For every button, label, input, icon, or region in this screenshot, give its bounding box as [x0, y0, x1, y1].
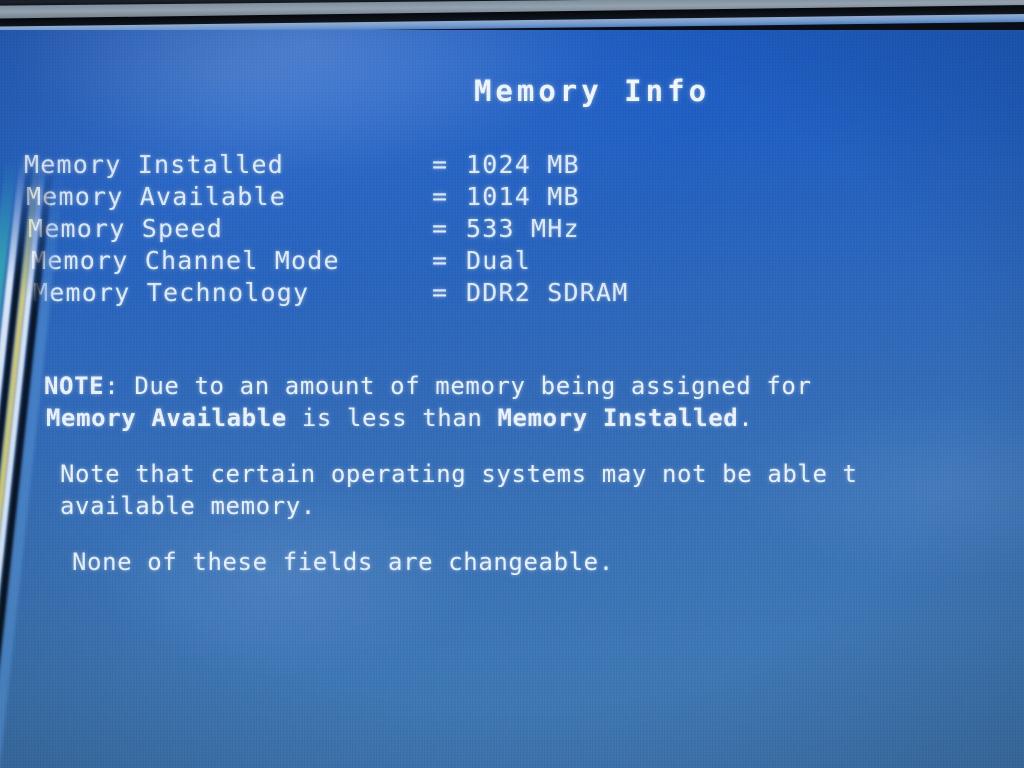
notes-section: NOTE: Due to an amount of memory being a… — [44, 370, 1024, 578]
field-separator: = — [432, 278, 448, 307]
bios-screen: Memory Info Memory Installed = 1024 MB M… — [0, 30, 1024, 768]
table-row: Memory Technology = DDR2 SDRAM — [24, 278, 1014, 310]
field-separator: = — [432, 246, 448, 275]
memory-info-field-list: Memory Installed = 1024 MB Memory Availa… — [24, 150, 1014, 310]
field-value-memory-available: 1014 MB — [466, 182, 580, 211]
note-secondary-line-2: available memory. — [60, 492, 316, 520]
note-secondary-line-1: Note that certain operating systems may … — [60, 460, 858, 488]
field-value-memory-installed: 1024 MB — [466, 150, 580, 179]
note-primary-line-2: Memory Available is less than Memory Ins… — [44, 402, 1024, 434]
table-row: Memory Available = 1014 MB — [24, 182, 1014, 214]
note-tertiary-line-1: None of these fields are changeable. — [72, 548, 614, 576]
field-label-memory-channel-mode: Memory Channel Mode — [31, 246, 340, 275]
note-emphasis-memory-available: Memory Available — [46, 404, 287, 432]
field-separator: = — [432, 150, 448, 179]
note-emphasis-memory-installed: Memory Installed — [497, 404, 739, 432]
note-primary-line-1: NOTE: Due to an amount of memory being a… — [44, 370, 1024, 402]
note-primary-line-1-text: Due to an amount of memory being assigne… — [134, 372, 812, 400]
field-value-memory-channel-mode: Dual — [466, 246, 532, 275]
page-title: Memory Info — [473, 74, 711, 108]
table-row: Memory Speed = 533 MHz — [24, 214, 1014, 246]
note-secondary: Note that certain operating systems may … — [44, 458, 1024, 522]
bios-content: Memory Info Memory Installed = 1024 MB M… — [0, 30, 1024, 768]
field-separator: = — [432, 182, 448, 211]
table-row: Memory Installed = 1024 MB — [24, 150, 1014, 182]
field-label-memory-available: Memory Available — [26, 182, 287, 211]
note-tertiary: None of these fields are changeable. — [44, 546, 1024, 578]
note-primary: NOTE: Due to an amount of memory being a… — [44, 370, 1024, 434]
field-label-memory-installed: Memory Installed — [24, 150, 285, 179]
field-value-memory-technology: DDR2 SDRAM — [466, 278, 629, 307]
note-primary-line-2-end: . — [738, 404, 754, 432]
field-separator: = — [432, 214, 448, 243]
note-label: NOTE — [44, 372, 105, 400]
field-label-memory-speed: Memory Speed — [28, 214, 224, 243]
table-row: Memory Channel Mode = Dual — [24, 246, 1014, 278]
note-colon: : — [104, 372, 135, 400]
monitor-photo: Memory Info Memory Installed = 1024 MB M… — [0, 0, 1024, 768]
field-label-memory-technology: Memory Technology — [33, 278, 310, 307]
note-primary-line-2-mid: is less than — [286, 404, 498, 432]
field-value-memory-speed: 533 MHz — [466, 214, 580, 243]
